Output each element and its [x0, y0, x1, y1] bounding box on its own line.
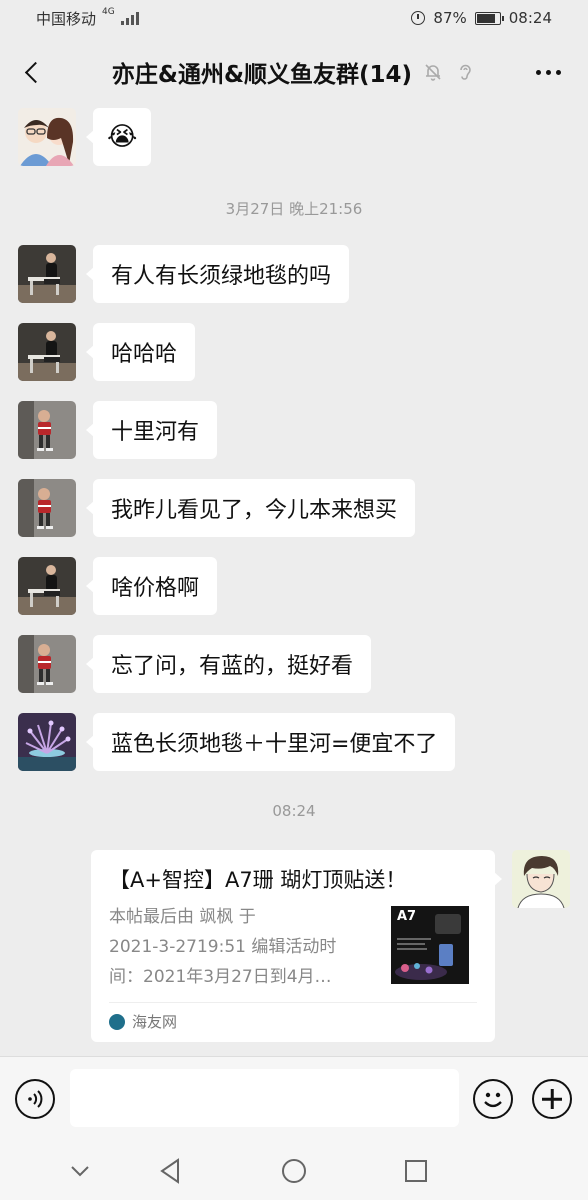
chevron-down-icon	[71, 1166, 89, 1177]
chevron-left-icon	[24, 61, 46, 83]
chat-area[interactable]: 😭 3月27日 晚上21:56 有人有长须绿地毯的吗 哈哈哈 十里河有 我昨儿看…	[0, 108, 588, 1056]
nav-recents-button[interactable]	[401, 1156, 431, 1186]
message-bubble[interactable]: 十里河有	[85, 401, 218, 459]
message-text: 蓝色长须地毯＋十里河=便宜不了	[111, 732, 438, 757]
triangle-back-icon	[160, 1158, 179, 1184]
message-row: 有人有长须绿地毯的吗	[18, 245, 350, 303]
message-text: 有人有长须绿地毯的吗	[111, 264, 332, 289]
battery-icon	[474, 11, 504, 25]
clock: 08:24	[508, 9, 552, 27]
self-avatar[interactable]	[512, 850, 570, 908]
chat-header: 亦庄&通州&顺义鱼友群(14)	[0, 36, 588, 108]
signal-icon	[120, 11, 139, 25]
coral-avatar[interactable]	[18, 713, 76, 771]
chat-title: 亦庄&通州&顺义鱼友群(14)	[111, 62, 413, 88]
couple-avatar[interactable]	[18, 108, 76, 166]
alarm-icon	[411, 11, 426, 25]
message-bubble[interactable]: 我昨儿看见了，今儿本来想买	[85, 479, 416, 537]
child-avatar[interactable]	[18, 635, 76, 693]
message-row: 啥价格啊	[18, 557, 218, 615]
nav-back-button[interactable]	[155, 1156, 185, 1186]
message-row: 十里河有	[18, 401, 218, 459]
source-name: 海友网	[132, 1013, 178, 1031]
link-card-thumbnail: A7	[391, 906, 469, 984]
more-options-button[interactable]	[528, 58, 568, 86]
child-avatar[interactable]	[18, 401, 76, 459]
circle-home-icon	[282, 1159, 306, 1183]
message-bubble[interactable]: 蓝色长须地毯＋十里河=便宜不了	[85, 713, 456, 771]
message-row: 我昨儿看见了，今儿本来想买	[18, 479, 416, 537]
nav-home-button[interactable]	[279, 1156, 309, 1186]
input-bar	[0, 1056, 588, 1140]
message-row: 😭	[18, 108, 152, 166]
message-row: 忘了问，有蓝的，挺好看	[18, 635, 372, 693]
link-card[interactable]: 【A+智控】A7珊 瑚灯顶贴送！ 本帖最后由 飒枫 于 2021-3-2719:…	[91, 850, 502, 1042]
message-text: 十里河有	[111, 420, 200, 445]
message-text: 我昨儿看见了，今儿本来想买	[111, 498, 398, 523]
ear-icon	[454, 61, 476, 83]
child-avatar[interactable]	[18, 479, 76, 537]
timestamp: 3月27日 晚上21:56	[225, 200, 363, 218]
man-sitting-avatar[interactable]	[18, 323, 76, 381]
battery-percent: 87%	[433, 9, 467, 27]
link-card-source: 海友网	[109, 1002, 477, 1032]
smiley-icon	[484, 1092, 502, 1108]
message-bubble[interactable]: 忘了问，有蓝的，挺好看	[85, 635, 372, 693]
status-bar: 中国移动 4G 87% 08:24	[0, 0, 588, 36]
network-type: 4G	[102, 6, 115, 17]
voice-input-button[interactable]	[15, 1079, 55, 1119]
square-recents-icon	[405, 1160, 427, 1182]
mute-bell-icon	[422, 61, 444, 83]
message-bubble[interactable]: 啥价格啊	[85, 557, 218, 615]
man-sitting-avatar[interactable]	[18, 245, 76, 303]
message-row-self: 【A+智控】A7珊 瑚灯顶贴送！ 本帖最后由 飒枫 于 2021-3-2719:…	[91, 850, 570, 1042]
message-input[interactable]	[70, 1069, 459, 1127]
message-row: 哈哈哈	[18, 323, 196, 381]
system-navigation-bar	[0, 1140, 588, 1200]
message-bubble[interactable]: 有人有长须绿地毯的吗	[85, 245, 350, 303]
emoji-button[interactable]	[473, 1079, 513, 1119]
message-bubble[interactable]: 😭	[85, 108, 152, 166]
site-logo-icon	[109, 1013, 125, 1030]
timestamp: 08:24	[272, 802, 316, 820]
link-card-title: 【A+智控】A7珊 瑚灯顶贴送！	[109, 868, 407, 892]
hide-keyboard-button[interactable]	[65, 1156, 95, 1186]
crying-emoji-icon: 😭	[107, 122, 138, 152]
message-text: 哈哈哈	[111, 342, 178, 367]
message-text: 忘了问，有蓝的，挺好看	[111, 654, 354, 679]
message-text: 啥价格啊	[111, 576, 200, 601]
more-actions-button[interactable]	[532, 1079, 572, 1119]
link-card-description: 本帖最后由 飒枫 于 2021-3-2719:51 编辑活动时 间：2021年3…	[109, 907, 337, 987]
carrier-label: 中国移动	[36, 9, 97, 28]
man-sitting-avatar[interactable]	[18, 557, 76, 615]
voice-icon	[28, 1090, 43, 1108]
message-bubble[interactable]: 哈哈哈	[85, 323, 196, 381]
back-button[interactable]	[14, 54, 50, 90]
message-row: 蓝色长须地毯＋十里河=便宜不了	[18, 713, 456, 771]
